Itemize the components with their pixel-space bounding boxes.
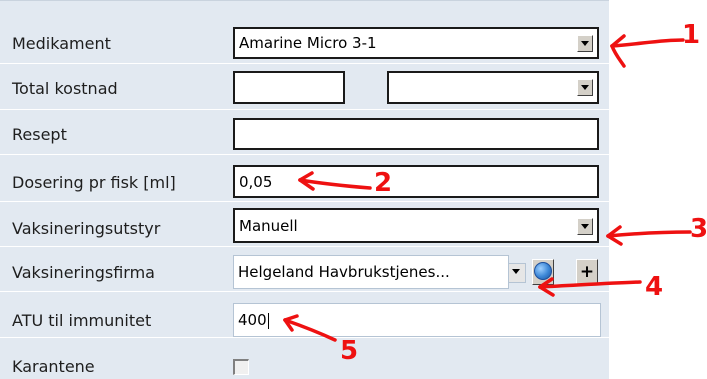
total-kostnad-input[interactable] xyxy=(233,71,345,104)
atu-value-wrap: 400 xyxy=(238,311,269,329)
atu-input[interactable]: 400 xyxy=(233,303,601,337)
dosering-label: Dosering pr fisk [ml] xyxy=(12,173,176,192)
row-vaksineringsfirma: Vaksineringsfirma Helgeland Havbrukstjen… xyxy=(0,251,609,292)
total-kostnad-label: Total kostnad xyxy=(12,79,118,98)
vaksineringsutstyr-select[interactable]: Manuell xyxy=(233,208,599,243)
row-total-kostnad: Total kostnad xyxy=(0,69,609,110)
currency-select[interactable] xyxy=(387,71,599,104)
medikament-value: Amarine Micro 3-1 xyxy=(239,34,377,52)
screenshot-stage: Medikament Amarine Micro 3-1 Total kostn… xyxy=(0,0,707,379)
globe-icon xyxy=(534,262,552,280)
annotation-label-4: 4 xyxy=(645,272,664,302)
row-medikament: Medikament Amarine Micro 3-1 xyxy=(0,23,609,64)
karantene-checkbox[interactable] xyxy=(233,359,249,375)
medikament-select[interactable]: Amarine Micro 3-1 xyxy=(233,27,599,59)
add-firma-button[interactable]: + xyxy=(576,259,598,285)
plus-icon: + xyxy=(579,262,595,282)
karantene-label: Karantene xyxy=(12,357,95,376)
vaksineringsfirma-value: Helgeland Havbrukstjenes... xyxy=(238,263,450,281)
annotation-label-3: 3 xyxy=(690,214,707,244)
chevron-down-icon[interactable] xyxy=(577,35,593,52)
row-atu: ATU til immunitet 400 xyxy=(0,297,609,338)
dosering-value: 0,05 xyxy=(239,172,273,191)
row-karantene: Karantene xyxy=(0,343,609,379)
vaksineringsutstyr-label: Vaksineringsutstyr xyxy=(12,219,161,238)
row-vaksineringsutstyr: Vaksineringsutstyr Manuell xyxy=(0,206,609,247)
annotation-label-5: 5 xyxy=(340,336,359,366)
dosering-input[interactable]: 0,05 xyxy=(233,165,599,198)
vaksineringsfirma-select[interactable]: Helgeland Havbrukstjenes... xyxy=(233,255,509,289)
text-caret xyxy=(267,312,269,329)
resept-input[interactable] xyxy=(233,118,599,150)
annotation-arrow-3 xyxy=(606,230,692,238)
vaccination-form-panel: Medikament Amarine Micro 3-1 Total kostn… xyxy=(0,0,609,379)
annotation-label-2: 2 xyxy=(374,168,393,198)
vaksineringsutstyr-value: Manuell xyxy=(239,216,298,235)
vaksineringsfirma-label: Vaksineringsfirma xyxy=(12,263,155,282)
atu-label: ATU til immunitet xyxy=(12,311,152,330)
resept-label: Resept xyxy=(12,125,67,144)
annotation-label-1: 1 xyxy=(682,20,701,50)
row-dosering: Dosering pr fisk [ml] 0,05 xyxy=(0,161,609,202)
row-resept: Resept xyxy=(0,114,609,155)
medikament-label: Medikament xyxy=(12,34,111,53)
chevron-down-icon[interactable] xyxy=(577,79,593,96)
chevron-down-icon[interactable] xyxy=(508,263,526,283)
annotation-arrowhead-1 xyxy=(610,44,626,68)
annotation-arrow-1 xyxy=(610,38,685,48)
chevron-down-icon[interactable] xyxy=(577,218,593,235)
atu-value: 400 xyxy=(238,311,267,329)
open-web-button[interactable] xyxy=(532,259,554,285)
